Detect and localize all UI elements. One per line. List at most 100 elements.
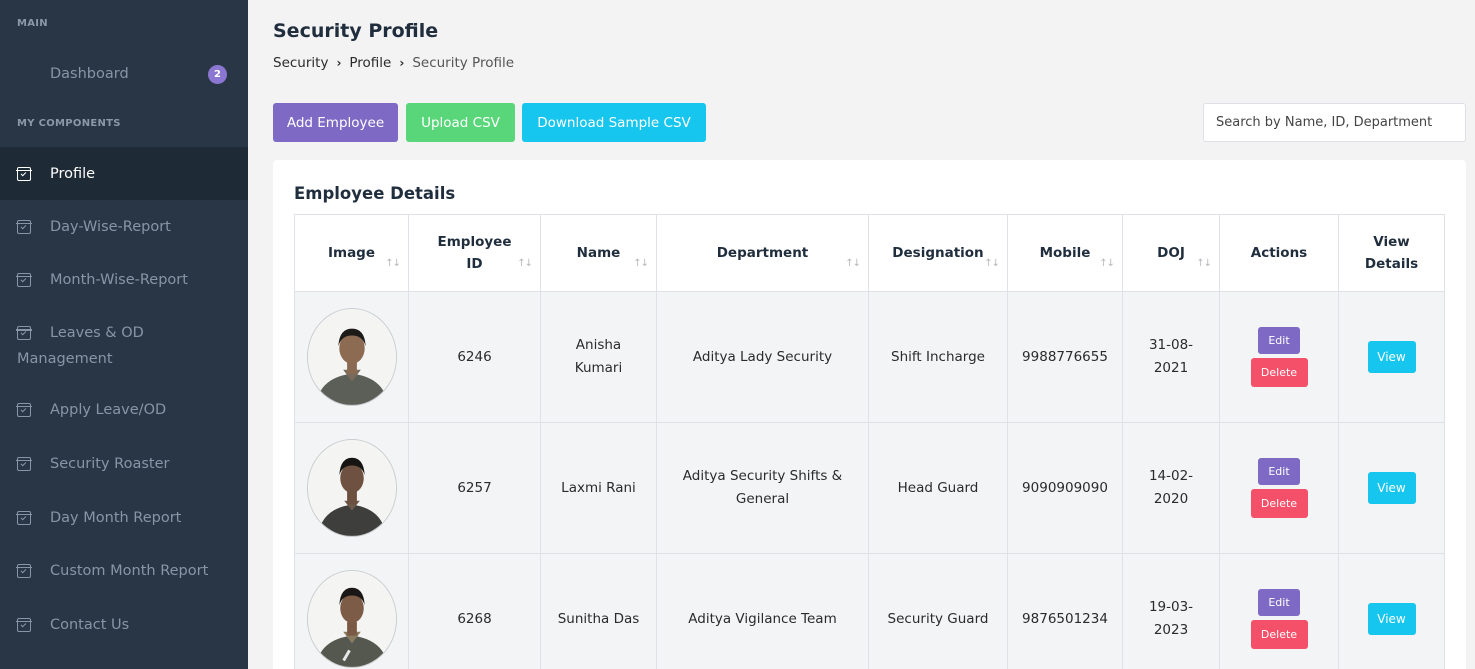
breadcrumb-item-profile[interactable]: Profile xyxy=(349,55,391,71)
delete-button[interactable]: Delete xyxy=(1250,489,1308,518)
column-header-mobile[interactable]: Mobile ↑↓ xyxy=(1007,214,1123,292)
sort-arrows-icon: ↑↓ xyxy=(517,258,533,269)
breadcrumb: Security › Profile › Security Profile xyxy=(273,55,514,71)
sidebar-item-security-roaster[interactable]: Security Roaster xyxy=(0,437,248,490)
mobile-cell: 9090909090 xyxy=(1007,422,1123,554)
column-header-image[interactable]: Image ↑↓ xyxy=(294,214,409,292)
actions-cell: Edit Delete xyxy=(1219,422,1339,554)
edit-button[interactable]: Edit xyxy=(1258,589,1300,616)
sort-arrows-icon: ↑↓ xyxy=(1196,258,1212,269)
sidebar-item-label: Day-Wise-Report xyxy=(50,218,171,235)
avatar xyxy=(306,439,397,537)
chevron-right-icon: › xyxy=(399,56,405,70)
sort-arrows-icon: ↑↓ xyxy=(1099,258,1115,269)
upload-csv-button[interactable]: Upload CSV xyxy=(406,103,515,142)
sort-arrows-icon: ↑↓ xyxy=(385,258,401,269)
avatar xyxy=(306,308,397,406)
sidebar-item-label: Day Month Report xyxy=(50,509,182,526)
sidebar-item-label-line1: Leaves & OD xyxy=(50,325,144,341)
sidebar-item-custom-month-report[interactable]: Custom Month Report xyxy=(0,544,248,597)
view-button[interactable]: View xyxy=(1367,603,1416,635)
sidebar-item-contact-us[interactable]: Contact Us xyxy=(0,598,248,651)
chevron-right-icon: › xyxy=(336,56,342,70)
mobile-cell: 9876501234 xyxy=(1007,553,1123,669)
department-cell: Aditya Lady Security xyxy=(656,291,869,423)
sidebar-item-profile[interactable]: Profile xyxy=(0,147,248,200)
column-header-doj[interactable]: DOJ ↑↓ xyxy=(1122,214,1220,292)
sort-arrows-icon: ↑↓ xyxy=(984,258,1000,269)
view-button[interactable]: View xyxy=(1367,472,1416,504)
doj-text: 14-02- xyxy=(1148,468,1194,484)
column-header-employee-id[interactable]: Employee ID ↑↓ xyxy=(408,214,541,292)
sidebar-item-label: Security Roaster xyxy=(50,455,170,472)
column-header-designation[interactable]: Designation ↑↓ xyxy=(868,214,1008,292)
sidebar-item-month-wise-report[interactable]: Month-Wise-Report xyxy=(0,253,248,306)
column-header-label: Employee xyxy=(437,234,512,250)
column-header-label: Department xyxy=(716,245,809,261)
sidebar-section-components: MY COMPONENTS xyxy=(17,118,121,129)
view-details-cell: View xyxy=(1338,553,1445,669)
edit-button[interactable]: Edit xyxy=(1258,327,1300,354)
notification-badge: 2 xyxy=(208,65,227,84)
table-row: 6257 Laxmi Rani Aditya Security Shifts &… xyxy=(294,422,1445,554)
column-header-actions: Actions xyxy=(1219,214,1339,292)
add-employee-button[interactable]: Add Employee xyxy=(273,103,398,142)
designation-cell: Shift Incharge xyxy=(868,291,1008,423)
calendar-check-icon xyxy=(16,166,32,181)
mobile-cell: 9988776655 xyxy=(1007,291,1123,423)
column-header-label: Actions xyxy=(1250,245,1308,261)
view-button[interactable]: View xyxy=(1367,341,1416,373)
calendar-check-icon xyxy=(16,272,32,287)
doj-text: 2020 xyxy=(1153,491,1189,507)
table-row: 6268 Sunitha Das Aditya Vigilance Team S… xyxy=(294,553,1445,669)
doj-cell: 14-02- 2020 xyxy=(1122,422,1220,554)
name-cell: Sunitha Das xyxy=(540,553,657,669)
avatar xyxy=(306,570,397,668)
sidebar-item-label: Profile xyxy=(50,165,96,182)
column-header-label: Name xyxy=(576,245,621,261)
calendar-check-icon xyxy=(16,510,32,525)
calendar-check-icon xyxy=(16,617,32,632)
delete-button[interactable]: Delete xyxy=(1250,358,1308,387)
column-header-name[interactable]: Name ↑↓ xyxy=(540,214,657,292)
employee-id-cell: 6246 xyxy=(408,291,541,423)
search-input[interactable] xyxy=(1203,103,1466,142)
table-header-row: Image ↑↓ Employee ID ↑↓ Name ↑↓ Department ↑↓… xyxy=(294,214,1445,292)
table-row: 6246 Anisha Kumari Aditya Lady Security S… xyxy=(294,291,1445,423)
image-cell xyxy=(294,553,409,669)
sidebar-item-label: Custom Month Report xyxy=(50,562,209,579)
page-title: Security Profile xyxy=(273,20,439,42)
designation-cell: Head Guard xyxy=(868,422,1008,554)
column-header-label: Mobile xyxy=(1039,245,1091,261)
doj-text: 2021 xyxy=(1153,360,1189,376)
sidebar-item-day-wise-report[interactable]: Day-Wise-Report xyxy=(0,200,248,253)
view-details-cell: View xyxy=(1338,422,1445,554)
breadcrumb-item-current: Security Profile xyxy=(412,55,515,71)
sidebar-item-label: Apply Leave/OD xyxy=(50,401,167,418)
actions-cell: Edit Delete xyxy=(1219,291,1339,423)
sidebar-item-leaves-od-management[interactable]: Leaves & OD Management xyxy=(0,320,248,380)
sidebar-item-day-month-report[interactable]: Day Month Report xyxy=(0,491,248,544)
image-cell xyxy=(294,422,409,554)
column-header-label: View xyxy=(1373,234,1410,250)
name-cell: Anisha Kumari xyxy=(540,291,657,423)
employee-details-card: Employee Details Image ↑↓ Employee ID ↑↓ Na… xyxy=(273,160,1466,669)
doj-cell: 31-08- 2021 xyxy=(1122,291,1220,423)
calendar-check-icon xyxy=(16,456,32,471)
sidebar-item-apply-leave[interactable]: Apply Leave/OD xyxy=(0,383,248,436)
view-details-cell: View xyxy=(1338,291,1445,423)
name-text: Anisha xyxy=(575,337,622,353)
sort-arrows-icon: ↑↓ xyxy=(633,258,649,269)
department-cell: Aditya Vigilance Team xyxy=(656,553,869,669)
sort-arrows-icon: ↑↓ xyxy=(845,258,861,269)
department-cell: Aditya Security Shifts & General xyxy=(656,422,869,554)
employee-id-cell: 6268 xyxy=(408,553,541,669)
breadcrumb-item-security[interactable]: Security xyxy=(273,55,328,71)
column-header-label: Details xyxy=(1364,256,1419,272)
calendar-check-icon xyxy=(16,219,32,234)
edit-button[interactable]: Edit xyxy=(1258,458,1300,485)
download-sample-csv-button[interactable]: Download Sample CSV xyxy=(522,103,706,142)
delete-button[interactable]: Delete xyxy=(1250,620,1308,649)
column-header-department[interactable]: Department ↑↓ xyxy=(656,214,869,292)
employee-id-cell: 6257 xyxy=(408,422,541,554)
